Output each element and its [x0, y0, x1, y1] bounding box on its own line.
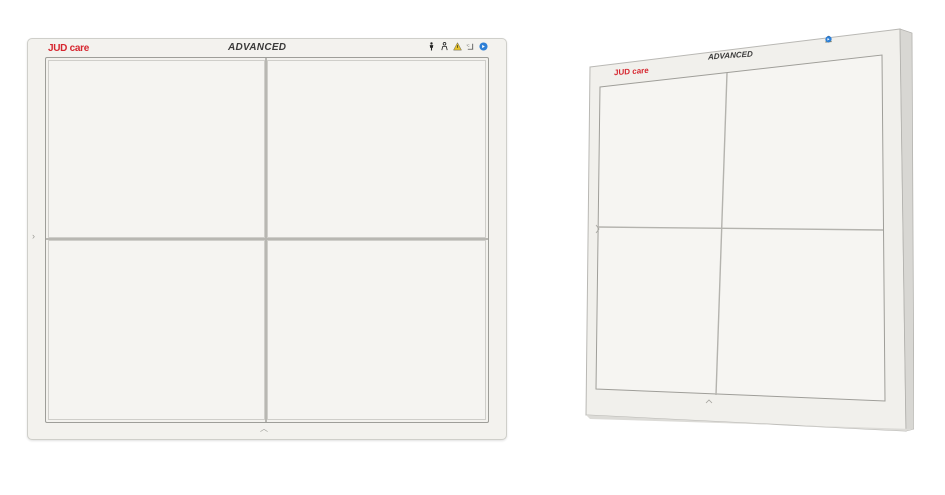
brand-suffix: care	[69, 43, 90, 54]
brand-logo: JUD care	[48, 43, 89, 54]
detector-panel-front: JUD care ADVANCED °C › ︿	[27, 38, 507, 440]
quadrant-top-right	[267, 60, 486, 238]
temperature-icon: °C	[466, 44, 474, 50]
warning-icon	[453, 42, 462, 51]
wireless-icon	[825, 36, 832, 43]
model-label: ADVANCED	[228, 42, 287, 53]
bottom-chevron-icon: ︿	[260, 424, 268, 433]
quadrant-bottom-left	[48, 240, 265, 420]
svg-text:°C: °C	[466, 44, 469, 48]
regulatory-icons: °C	[427, 42, 488, 51]
person-icon	[429, 42, 434, 51]
wireless-icon	[479, 42, 488, 51]
center-line-horizontal	[46, 238, 488, 240]
angled-panel-body	[585, 28, 914, 432]
side-chevron-icon: ›	[32, 231, 35, 241]
angled-brand-suffix: care	[632, 65, 649, 76]
operator-icon	[441, 42, 448, 51]
quadrant-bottom-right	[267, 240, 486, 420]
center-line-vertical	[265, 58, 267, 422]
active-imaging-area	[45, 57, 489, 423]
brand-name: JUD	[48, 43, 68, 54]
angled-brand-name: JUD	[614, 67, 631, 78]
detector-panel-angled: JUD care ADVANCED	[582, 27, 914, 443]
quadrant-top-left	[48, 60, 265, 238]
